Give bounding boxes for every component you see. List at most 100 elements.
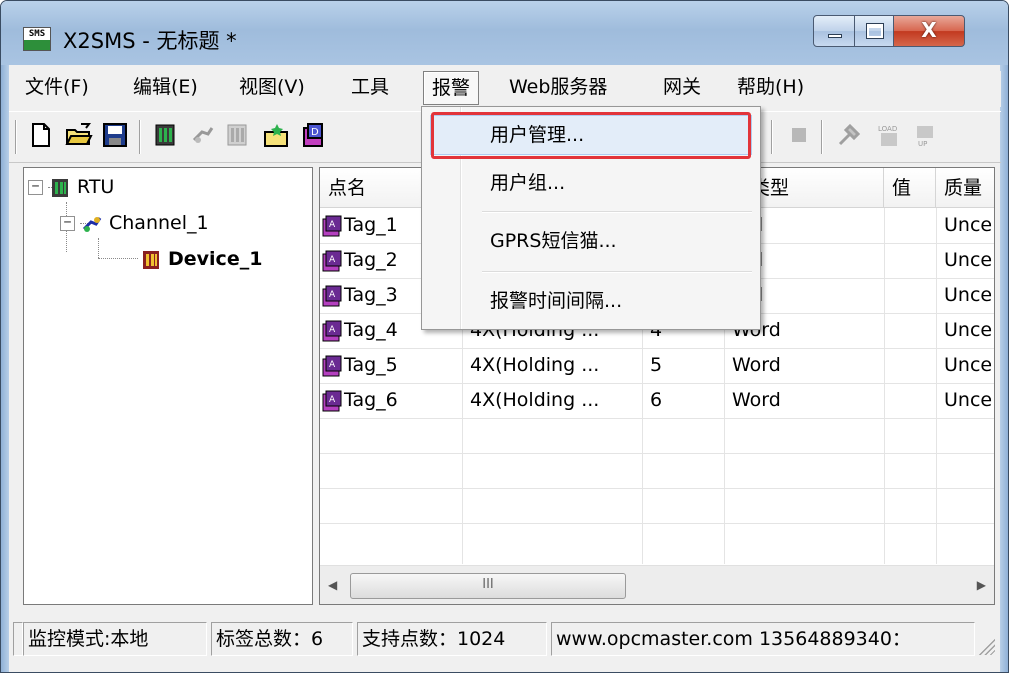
menu-item-alarm-interval[interactable]: 报警时间间隔... — [452, 281, 752, 321]
cell-name: A Tag_6 — [320, 383, 462, 418]
cell-quality: Unce — [936, 313, 994, 348]
cell-type-text: Word — [732, 354, 781, 376]
grid-line — [320, 418, 994, 419]
menu-help[interactable]: 帮助(H) — [729, 71, 812, 105]
upload-icon[interactable]: UP — [911, 122, 939, 150]
menu-tools[interactable]: 工具 — [343, 71, 397, 105]
status-bar: 监控模式:本地 标签总数：6 支持点数：1024 www.opcmaster.c… — [9, 615, 1001, 661]
menu-web-server[interactable]: Web服务器 — [501, 71, 615, 105]
collapse-icon[interactable]: − — [28, 180, 43, 195]
minimize-button[interactable] — [813, 15, 855, 47]
cell-quality-text: Unce — [944, 319, 993, 341]
cell-name-text: Tag_5 — [344, 354, 398, 376]
horizontal-scrollbar[interactable]: ◀ III ▶ — [320, 565, 994, 604]
tag-icon[interactable]: D — [299, 122, 327, 150]
rtu-icon[interactable] — [151, 122, 179, 150]
cell-name-text: Tag_3 — [344, 284, 398, 306]
grid-line — [320, 488, 994, 489]
menu-edit[interactable]: 编辑(E) — [125, 71, 206, 105]
tree-label-channel: Channel_1 — [109, 212, 209, 234]
title-bar[interactable]: SMS X2SMS - 无标题 * X — [1, 1, 1008, 65]
table-row[interactable]: A Tag_5 4X(Holding ... 5 Word Unce — [320, 348, 994, 383]
device-tree[interactable]: − RTU − Channel_1 Device_1 — [23, 167, 313, 605]
save-icon[interactable] — [101, 122, 129, 150]
status-tag-count: 标签总数：6 — [211, 622, 353, 656]
resize-grip-icon[interactable] — [977, 637, 995, 655]
stop-icon[interactable] — [785, 122, 813, 150]
toolbar-grip — [15, 120, 17, 154]
tree-node-channel[interactable]: − Channel_1 — [60, 206, 209, 240]
channel-icon — [82, 216, 102, 232]
svg-text:A: A — [329, 325, 336, 335]
menu-view[interactable]: 视图(V) — [231, 71, 313, 105]
cell-quality: Unce — [936, 208, 994, 243]
svg-text:A: A — [329, 255, 336, 265]
cell-address-text: 4X(Holding ... — [470, 354, 600, 376]
tag-icon: A — [322, 355, 342, 376]
cell-index: 6 — [642, 383, 724, 418]
tree-label-rtu: RTU — [77, 176, 115, 198]
menu-gateway[interactable]: 网关 — [655, 71, 709, 105]
open-folder-icon[interactable] — [65, 122, 93, 150]
device-icon[interactable] — [223, 122, 251, 150]
cell-quality-text: Unce — [944, 284, 993, 306]
grid-line — [320, 523, 994, 524]
tools-icon[interactable] — [835, 122, 863, 150]
add-icon[interactable] — [263, 122, 291, 150]
tag-icon: A — [322, 250, 342, 271]
cell-value — [884, 208, 936, 243]
cell-value — [884, 243, 936, 278]
menu-bar: 文件(F) 编辑(E) 视图(V) 工具 报警 Web服务器 网关 帮助(H) — [9, 71, 1001, 107]
status-supported-points: 支持点数：1024 — [357, 622, 547, 656]
status-mode: 监控模式:本地 — [23, 622, 207, 656]
load-icon[interactable]: LOAD — [875, 122, 903, 150]
toolbar-separator — [771, 120, 773, 154]
cell-address-text: 4X(Holding ... — [470, 389, 600, 411]
menu-item-user-group[interactable]: 用户组... — [452, 163, 752, 203]
scroll-left-icon[interactable]: ◀ — [328, 578, 337, 592]
table-row[interactable]: A Tag_6 4X(Holding ... 6 Word Unce — [320, 383, 994, 418]
maximize-button[interactable] — [854, 15, 894, 47]
column-header-quality[interactable]: 质量 — [936, 168, 994, 208]
menu-item-gprs-modem[interactable]: GPRS短信猫... — [452, 221, 752, 261]
menu-alarm[interactable]: 报警 — [423, 71, 480, 105]
cell-name-text: Tag_4 — [344, 319, 398, 341]
tree-label-device: Device_1 — [168, 248, 263, 270]
tag-icon: A — [322, 215, 342, 236]
cell-name-text: Tag_2 — [344, 249, 398, 271]
menu-separator — [482, 271, 752, 273]
channel-icon[interactable] — [189, 122, 217, 150]
cell-name-text: Tag_1 — [344, 214, 398, 236]
svg-text:LOAD: LOAD — [878, 125, 897, 133]
status-grip — [13, 622, 23, 656]
scroll-right-icon[interactable]: ▶ — [977, 578, 986, 592]
tag-icon: A — [322, 285, 342, 306]
cell-type-text: Word — [732, 389, 781, 411]
cell-index: 5 — [642, 348, 724, 383]
tree-node-device[interactable]: Device_1 — [140, 242, 262, 276]
tree-node-rtu[interactable]: − RTU — [28, 170, 114, 204]
scroll-thumb[interactable]: III — [350, 573, 626, 599]
window-frame-left — [1, 65, 9, 672]
highlight-annotation — [431, 112, 751, 159]
cell-quality: Unce — [936, 348, 994, 383]
collapse-icon[interactable]: − — [60, 216, 75, 231]
grid-line — [320, 453, 994, 454]
app-window: SMS X2SMS - 无标题 * X 文件(F) 编辑(E) 视图(V) 工具… — [0, 0, 1009, 673]
column-header-value[interactable]: 值 — [884, 168, 936, 208]
svg-text:A: A — [329, 360, 336, 370]
maximize-icon — [866, 23, 884, 39]
close-button[interactable]: X — [893, 15, 965, 47]
menu-file[interactable]: 文件(F) — [17, 71, 97, 105]
toolbar-separator — [821, 120, 823, 154]
tag-icon: A — [322, 390, 342, 411]
cell-quality-text: Unce — [944, 389, 993, 411]
svg-text:A: A — [329, 395, 336, 405]
menu-separator — [482, 211, 752, 213]
cell-name: A Tag_5 — [320, 348, 462, 383]
cell-quality-text: Unce — [944, 354, 993, 376]
tree-line — [98, 238, 99, 258]
app-icon[interactable]: SMS — [23, 27, 51, 51]
cell-type: Word — [724, 348, 884, 383]
new-file-icon[interactable] — [27, 122, 55, 150]
